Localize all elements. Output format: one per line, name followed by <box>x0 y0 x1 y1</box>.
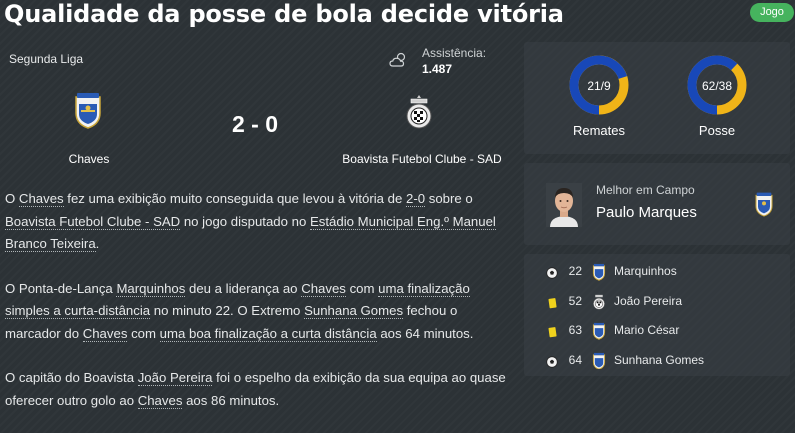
player-link[interactable]: Marquinhos <box>116 280 186 297</box>
boavista-crest-icon[interactable] <box>592 293 606 311</box>
shots-label: Remates <box>572 123 626 138</box>
team-link[interactable]: Boavista Futebol Clube - SAD <box>5 213 181 230</box>
report-text: aos 86 minutos. <box>182 392 280 408</box>
report-text: no minuto 22. O Extremo <box>150 303 305 318</box>
report-paragraph: O Ponta-de-Lança Marquinhos deu a lidera… <box>5 278 510 346</box>
yellow-card-icon <box>546 296 558 308</box>
chaves-crest-icon[interactable] <box>592 352 606 370</box>
man-of-the-match-card: Melhor em Campo Paulo Marques <box>524 163 790 245</box>
score-link[interactable]: 2-0 <box>406 191 426 207</box>
player-link[interactable]: João Pereira <box>137 370 213 386</box>
event-player-name[interactable]: Sunhana Gomes <box>614 353 704 367</box>
match-stats-card: 21/9 Remates 62/38 Posse <box>524 42 790 154</box>
report-paragraph: O capitão do Boavista João Pereira foi o… <box>5 367 510 412</box>
attendance-label: Assistência: <box>422 46 487 60</box>
possession-value: 62/38 <box>701 79 733 93</box>
final-score: 2 - 0 <box>231 111 279 137</box>
match-header: Segunda Liga Assistência: 1.487 2 - 0 Ch… <box>0 40 515 175</box>
attendance-value: 1.487 <box>422 62 453 76</box>
report-text: com <box>127 325 160 341</box>
event-minute: 64 <box>568 352 582 367</box>
match-event-row[interactable]: 63 Mario César <box>524 320 790 342</box>
report-paragraph: O Chaves fez uma exibição muito consegui… <box>5 188 510 256</box>
chaves-crest-icon[interactable] <box>592 263 606 281</box>
match-event-row[interactable]: 52 João Pereira <box>524 291 790 313</box>
boavista-crest-icon[interactable] <box>404 93 434 131</box>
news-type-badge[interactable]: Jogo <box>750 3 794 22</box>
shots-value: 21/9 <box>587 79 611 93</box>
match-event-row[interactable]: 64 Sunhana Gomes <box>524 350 790 372</box>
report-text: sobre o <box>425 191 473 206</box>
goal-icon <box>546 355 558 368</box>
report-text: O <box>5 191 19 206</box>
chaves-crest-icon[interactable] <box>592 322 606 340</box>
player-link[interactable]: Sunhana Gomes <box>304 303 404 319</box>
team-link[interactable]: Chaves <box>82 325 128 342</box>
report-text: . <box>95 236 100 251</box>
team-link[interactable]: Chaves <box>301 280 346 297</box>
report-text: O capitão do Boavista <box>5 370 138 385</box>
event-minute: 63 <box>568 323 582 337</box>
event-minute: 22 <box>568 264 582 278</box>
page-title: Qualidade da posse de bola decide vitóri… <box>4 0 564 28</box>
match-event-row[interactable]: 22 Marquinhos <box>524 261 790 283</box>
highlight-link[interactable]: uma boa finalização a curta distância <box>159 325 377 342</box>
team-link[interactable]: Chaves <box>18 191 64 207</box>
event-minute: 52 <box>568 293 582 308</box>
match-report: O Chaves fez uma exibição muito consegui… <box>5 188 510 433</box>
event-player-name[interactable]: Marquinhos <box>614 264 677 278</box>
motm-label: Melhor em Campo <box>596 183 695 197</box>
report-text: fez uma exibição muito conseguida que le… <box>63 191 406 206</box>
yellow-card-icon <box>546 325 558 338</box>
player-face-avatar[interactable] <box>546 183 582 227</box>
motm-player-name[interactable]: Paulo Marques <box>596 204 697 221</box>
away-team-name[interactable]: Boavista Futebol Clube - SAD <box>330 152 514 166</box>
goal-icon <box>546 266 558 279</box>
event-player-name[interactable]: Mario César <box>614 323 679 337</box>
match-events-card: 22 Marquinhos 52 João Pereira 63 Mario César 6… <box>524 254 790 376</box>
competition-name[interactable]: Segunda Liga <box>9 52 83 66</box>
report-text: no jogo disputado no <box>180 213 310 229</box>
team-link[interactable]: Chaves <box>137 392 183 409</box>
report-text: deu a liderança ao <box>185 280 302 296</box>
possession-label: Posse <box>698 123 736 138</box>
home-team-name[interactable]: Chaves <box>0 152 178 166</box>
report-text: O Ponta-de-Lança <box>5 280 117 296</box>
report-text: aos 64 minutos. <box>376 325 474 341</box>
report-text: com <box>345 280 379 296</box>
chaves-crest-icon[interactable] <box>73 91 103 129</box>
cloudy-weather-icon <box>389 52 406 67</box>
event-player-name[interactable]: João Pereira <box>614 294 682 308</box>
chaves-crest-icon[interactable] <box>754 191 774 217</box>
